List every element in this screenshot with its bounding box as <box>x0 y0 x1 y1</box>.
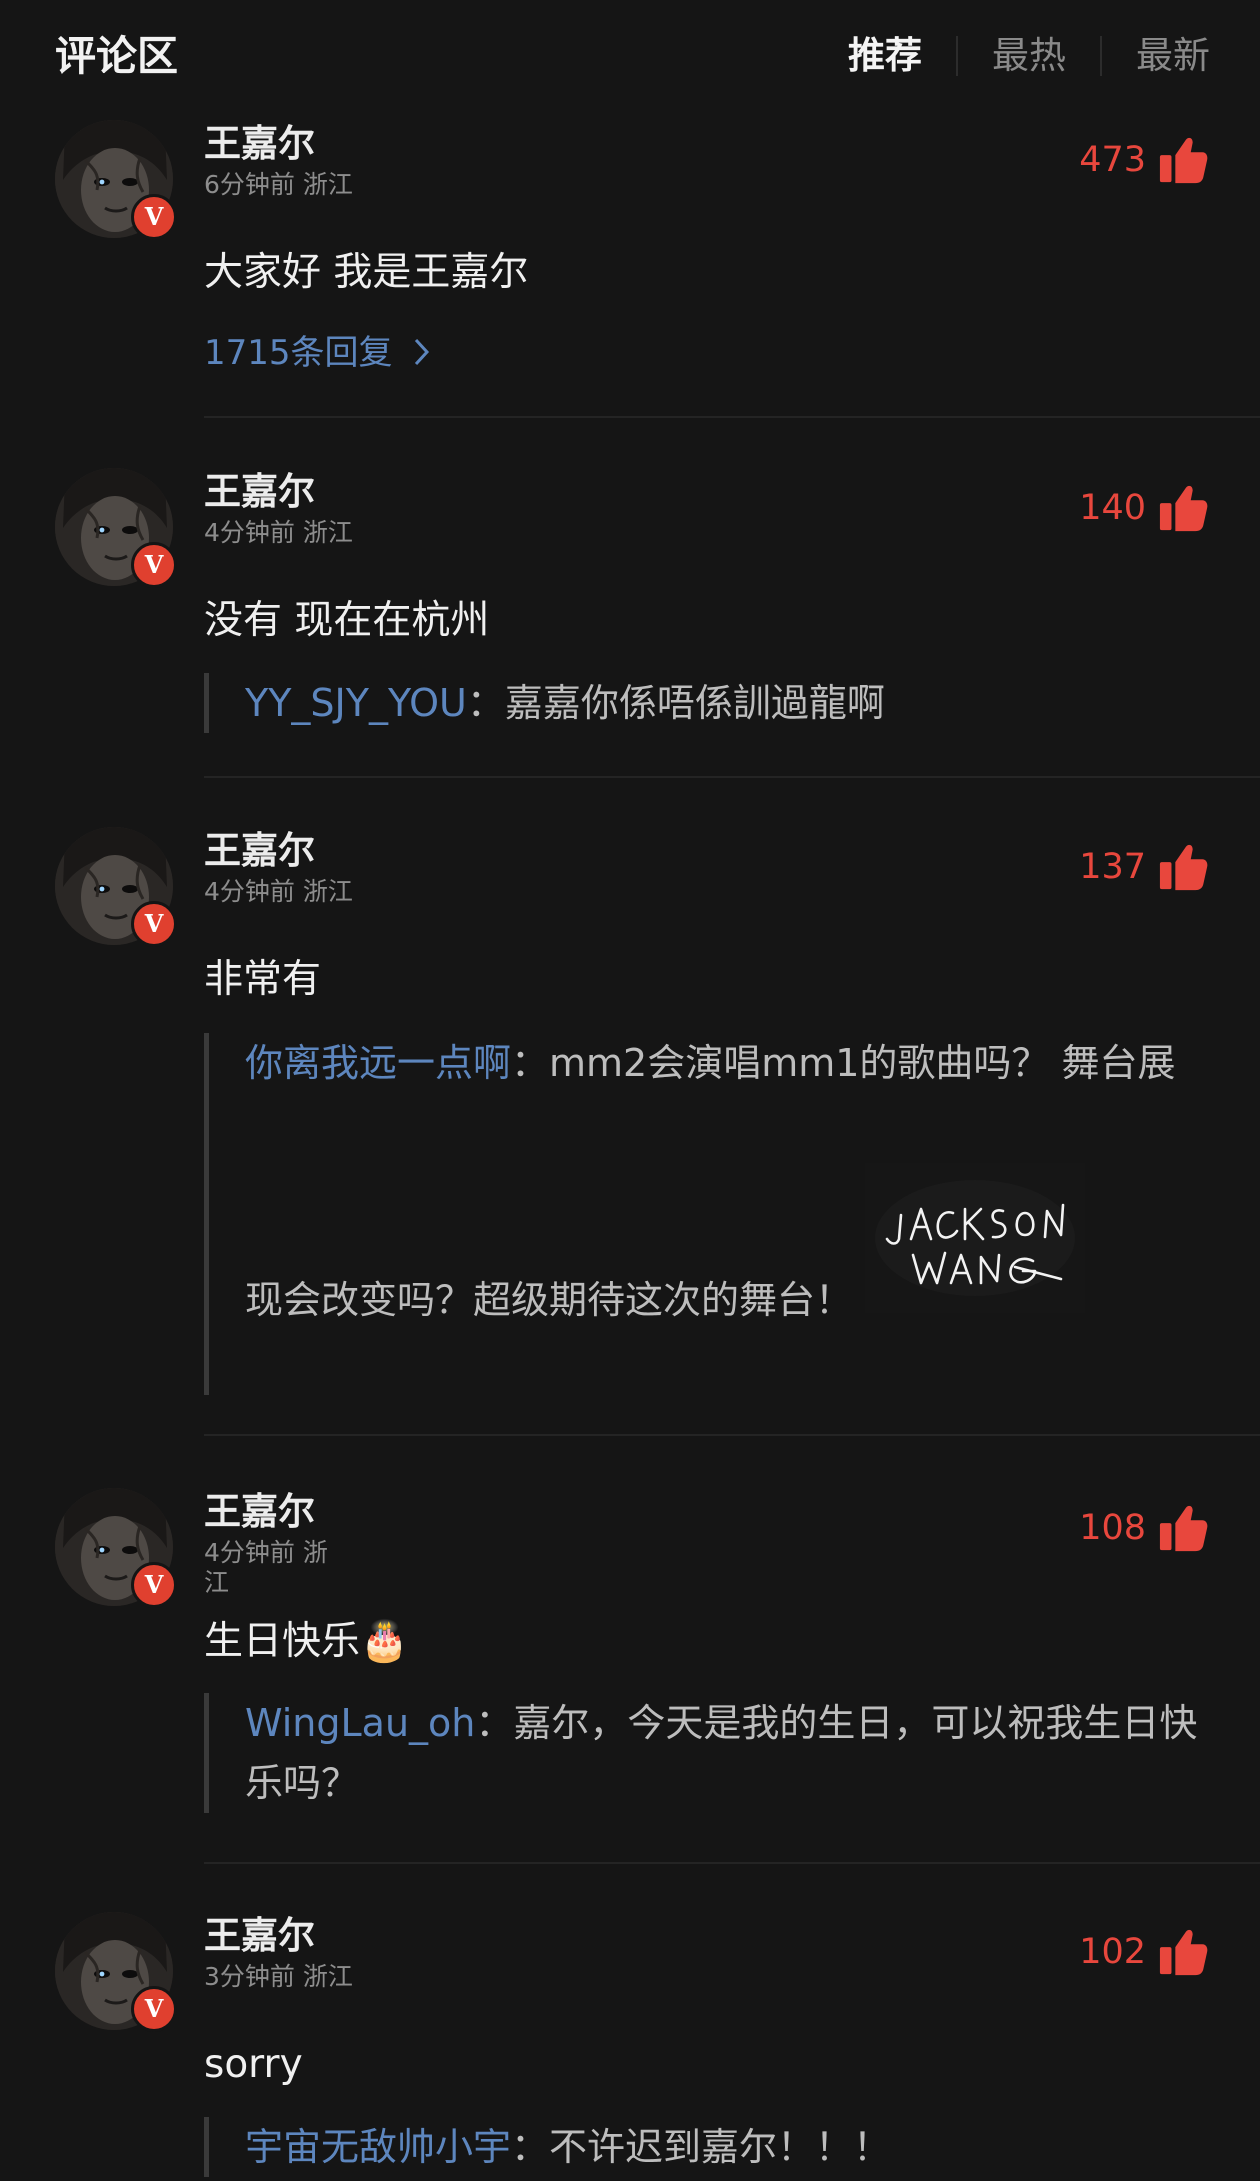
like-count: 137 <box>1079 847 1146 887</box>
like-count: 473 <box>1079 140 1146 180</box>
thumbs-up-icon <box>1159 1505 1208 1552</box>
verified-v-icon: V <box>131 1562 177 1608</box>
tab-hottest[interactable]: 最热 <box>958 28 1100 84</box>
quoted-user-link[interactable]: 你离我远一点啊 <box>245 1041 511 1085</box>
comment-divider <box>204 1862 1260 1864</box>
comment-meta: 4分钟前 浙 江 <box>204 1538 328 1598</box>
avatar[interactable]: V <box>55 1912 177 2032</box>
quoted-text: ：不许迟到嘉尔！！！ <box>511 2125 892 2169</box>
thumbs-up-icon <box>1159 137 1208 184</box>
verified-v-icon: V <box>131 542 177 588</box>
comment-text: 非常有 <box>204 957 322 1002</box>
tab-newest[interactable]: 最新 <box>1102 28 1210 84</box>
avatar[interactable]: V <box>55 1488 177 1608</box>
view-replies-link[interactable]: 1715条回复 <box>204 330 433 376</box>
comment-item: V 王嘉尔 4分钟前 浙 江 108 生日快乐🎂 WingLau_oh：嘉尔，今… <box>0 1488 1260 1868</box>
comments-header: 评论区 推荐 最热 最新 <box>0 0 1260 112</box>
comment-meta: 4分钟前 浙江 <box>204 877 353 906</box>
quoted-comment[interactable]: 宇宙无敌帅小宇：不许迟到嘉尔！！！ <box>204 2117 1204 2177</box>
comment-item: V 王嘉尔 4分钟前 浙江 137 非常有 你离我远一点啊：mm2会演唱mm1的… <box>0 827 1260 1447</box>
quoted-user-link[interactable]: 宇宙无敌帅小宇 <box>245 2125 511 2169</box>
comment-divider <box>204 1434 1260 1436</box>
quoted-comment[interactable]: 你离我远一点啊：mm2会演唱mm1的歌曲吗？ 舞台展现会改变吗？超级期待这次的舞… <box>204 1033 1204 1395</box>
quoted-user-link[interactable]: WingLau_oh <box>245 1701 475 1745</box>
comment-item: V 王嘉尔 4分钟前 浙江 140 没有 现在在杭州 YY_SJY_YOU：嘉嘉… <box>0 468 1260 778</box>
like-count: 140 <box>1079 488 1146 528</box>
thumbs-up-icon <box>1159 485 1208 532</box>
avatar[interactable]: V <box>55 468 177 588</box>
sort-tabs: 推荐 最热 最新 <box>814 28 1210 84</box>
jackson-wang-signature-image[interactable] <box>865 1163 1086 1313</box>
like-button[interactable]: 137 <box>1079 841 1210 893</box>
thumbs-up-icon <box>1159 844 1208 891</box>
tab-recommended[interactable]: 推荐 <box>814 28 956 84</box>
thumbs-up-icon <box>1159 1929 1208 1976</box>
comment-text: 生日快乐🎂 <box>204 1619 409 1664</box>
comment-meta: 6分钟前 浙江 <box>204 170 353 199</box>
author-name[interactable]: 王嘉尔 <box>204 827 315 875</box>
verified-v-icon: V <box>131 194 177 240</box>
quoted-comment[interactable]: WingLau_oh：嘉尔，今天是我的生日，可以祝我生日快乐吗？ <box>204 1693 1204 1813</box>
avatar[interactable]: V <box>55 827 177 947</box>
like-button[interactable]: 102 <box>1079 1926 1210 1978</box>
comment-item: V 王嘉尔 3分钟前 浙江 102 sorry 宇宙无敌帅小宇：不许迟到嘉尔！！… <box>0 1912 1260 2181</box>
comment-meta-line: 江 <box>204 1568 230 1597</box>
quoted-comment[interactable]: YY_SJY_YOU：嘉嘉你係唔係訓過龍啊 <box>204 673 1204 733</box>
avatar[interactable]: V <box>55 120 177 240</box>
comment-text: 没有 现在在杭州 <box>204 598 490 643</box>
verified-v-icon: V <box>131 901 177 947</box>
quoted-user-link[interactable]: YY_SJY_YOU <box>245 681 467 725</box>
comments-section-title: 评论区 <box>55 32 178 80</box>
like-count: 108 <box>1079 1508 1146 1548</box>
comment-meta: 3分钟前 浙江 <box>204 1962 353 1991</box>
comment-divider <box>204 776 1260 778</box>
author-name[interactable]: 王嘉尔 <box>204 1912 315 1960</box>
comment-text: sorry <box>204 2042 303 2087</box>
quoted-text: ：嘉嘉你係唔係訓過龍啊 <box>466 681 885 725</box>
comment-meta: 4分钟前 浙江 <box>204 518 353 547</box>
chevron-right-icon <box>415 338 430 366</box>
author-name[interactable]: 王嘉尔 <box>204 468 315 516</box>
like-button[interactable]: 140 <box>1079 482 1210 534</box>
author-name[interactable]: 王嘉尔 <box>204 120 315 168</box>
comment-item: V 王嘉尔 6分钟前 浙江 473 大家好 我是王嘉尔 1715条回复 <box>0 120 1260 420</box>
author-name[interactable]: 王嘉尔 <box>204 1488 315 1536</box>
comment-divider <box>204 416 1260 418</box>
replies-count: 1715条回复 <box>204 333 393 373</box>
like-button[interactable]: 108 <box>1079 1502 1210 1554</box>
like-button[interactable]: 473 <box>1079 134 1210 186</box>
comment-text: 大家好 我是王嘉尔 <box>204 250 529 295</box>
verified-v-icon: V <box>131 1986 177 2032</box>
comment-meta-line: 4分钟前 浙 <box>204 1538 328 1567</box>
like-count: 102 <box>1079 1932 1146 1972</box>
